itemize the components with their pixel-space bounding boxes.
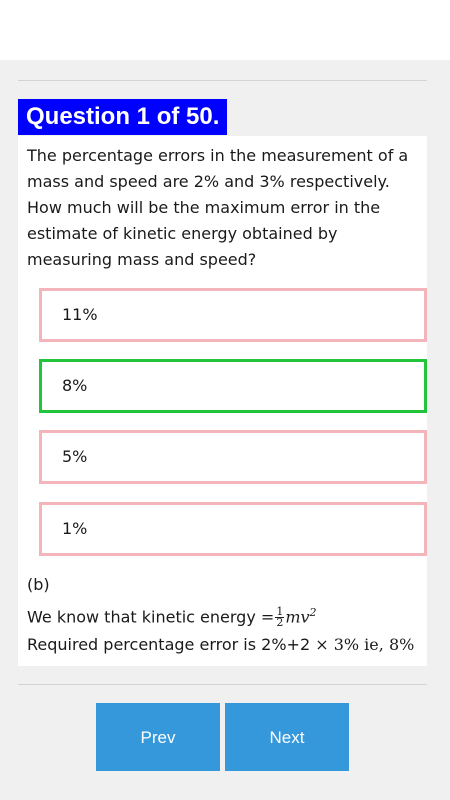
option-b[interactable]: 8% bbox=[39, 359, 427, 413]
formula-mv: mv bbox=[285, 607, 310, 627]
explanation-text-1: We know that kinetic energy bbox=[27, 607, 256, 627]
top-app-bar bbox=[0, 0, 450, 60]
fraction-half: 12 bbox=[275, 605, 285, 630]
next-button[interactable]: Next bbox=[225, 703, 349, 771]
bottom-divider bbox=[18, 684, 427, 685]
option-d[interactable]: 1% bbox=[39, 502, 427, 556]
explanation-math-2: × 3% ie, 8% bbox=[315, 635, 415, 654]
option-c[interactable]: 5% bbox=[39, 430, 427, 484]
explanation-line-1: We know that kinetic energy = 1 2 mv2 bbox=[27, 598, 317, 632]
prev-button[interactable]: Prev bbox=[96, 703, 220, 771]
explanation-line-2: Required percentage error is 2%+2 × 3% i… bbox=[27, 635, 414, 654]
top-divider bbox=[18, 80, 427, 81]
question-counter: Question 1 of 50. bbox=[18, 99, 228, 135]
question-text: The percentage errors in the measurement… bbox=[27, 146, 409, 269]
option-a[interactable]: 11% bbox=[39, 288, 427, 342]
explanation-text-2: Required percentage error is 2%+2 bbox=[27, 635, 311, 654]
answer-letter: (b) bbox=[27, 575, 50, 594]
formula-exponent: 2 bbox=[309, 606, 317, 619]
equals-sign: = bbox=[260, 607, 275, 627]
